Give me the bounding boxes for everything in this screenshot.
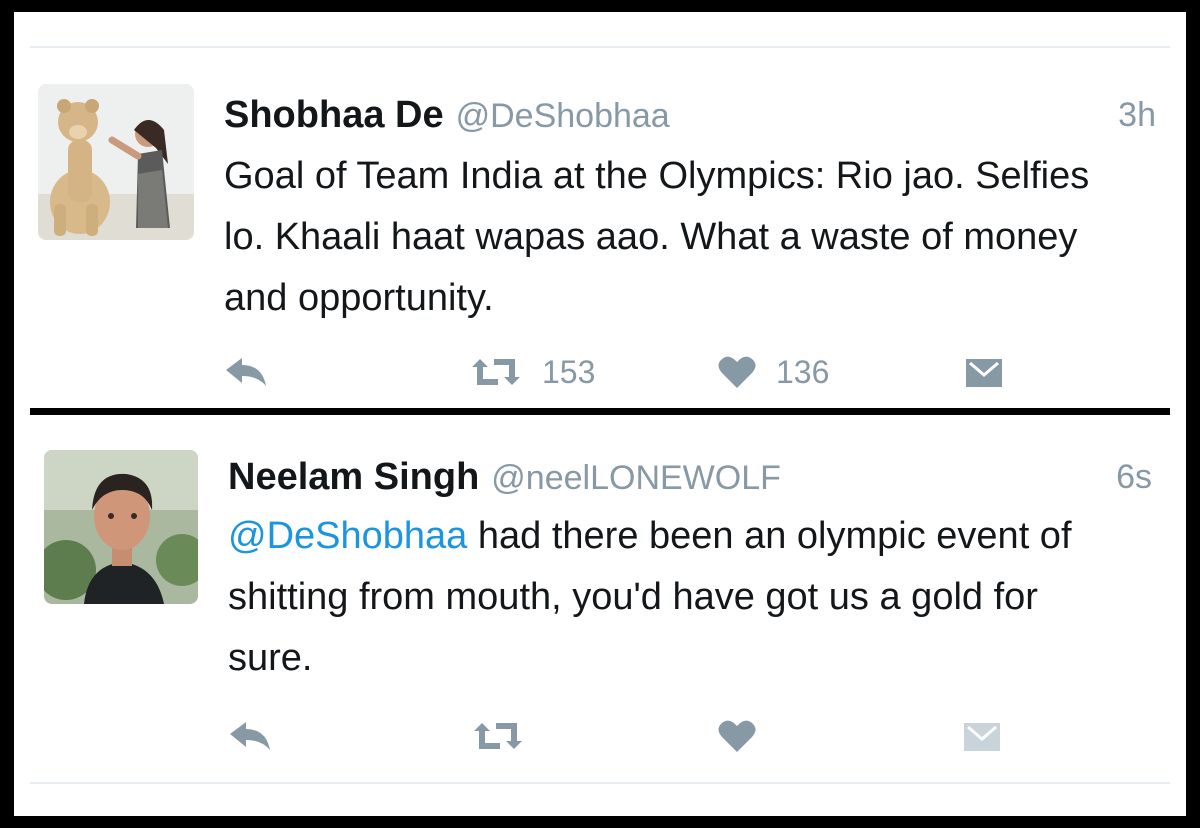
tweet-body: Goal of Team India at the Olympics: Rio … bbox=[224, 155, 1090, 319]
like-button[interactable]: 136 bbox=[718, 350, 829, 394]
direct-message-button[interactable] bbox=[964, 350, 1004, 394]
mention-link[interactable]: @DeShobhaa bbox=[228, 515, 467, 557]
direct-message-button[interactable] bbox=[962, 714, 1002, 758]
tweet-text: @DeShobhaa had there been an olympic eve… bbox=[228, 506, 1128, 689]
avatar-man-portrait-icon bbox=[44, 450, 198, 604]
bottom-divider bbox=[30, 782, 1170, 784]
tweet-header: Neelam Singh @neelLONEWOLF bbox=[228, 456, 781, 499]
top-divider bbox=[30, 46, 1170, 48]
author-name[interactable]: Shobhaa De bbox=[224, 94, 444, 136]
retweet-icon bbox=[474, 723, 522, 749]
reply-icon bbox=[230, 722, 270, 750]
direct-message-icon bbox=[964, 723, 1000, 751]
timestamp[interactable]: 6s bbox=[1116, 458, 1152, 497]
retweet-count: 153 bbox=[542, 353, 596, 390]
direct-message-icon bbox=[966, 359, 1002, 387]
avatar[interactable] bbox=[38, 84, 194, 240]
heart-icon bbox=[718, 720, 756, 752]
tweet-text: Goal of Team India at the Olympics: Rio … bbox=[224, 146, 1124, 329]
reply-icon bbox=[226, 358, 266, 386]
tweet-screenshot-frame: Shobhaa De @DeShobhaa 3h Goal of Team Ind… bbox=[14, 12, 1186, 816]
avatar-woman-with-lion-cub-icon bbox=[38, 84, 194, 240]
tweet-actions: 153 136 bbox=[224, 350, 1024, 394]
retweet-icon bbox=[472, 359, 520, 385]
section-divider bbox=[30, 408, 1170, 415]
tweet-actions bbox=[228, 714, 1028, 758]
tweet-header: Shobhaa De @DeShobhaa bbox=[224, 94, 670, 137]
heart-icon bbox=[718, 356, 756, 388]
avatar[interactable] bbox=[44, 450, 198, 604]
retweet-button[interactable]: 153 bbox=[470, 350, 595, 394]
author-handle[interactable]: @neelLONEWOLF bbox=[491, 459, 781, 497]
like-button[interactable] bbox=[718, 714, 776, 758]
author-name[interactable]: Neelam Singh bbox=[228, 456, 479, 498]
reply-button[interactable] bbox=[228, 714, 272, 758]
reply-button[interactable] bbox=[224, 350, 268, 394]
retweet-button[interactable] bbox=[472, 714, 544, 758]
like-count: 136 bbox=[776, 353, 830, 390]
timestamp[interactable]: 3h bbox=[1118, 96, 1156, 135]
author-handle[interactable]: @DeShobhaa bbox=[456, 97, 670, 135]
